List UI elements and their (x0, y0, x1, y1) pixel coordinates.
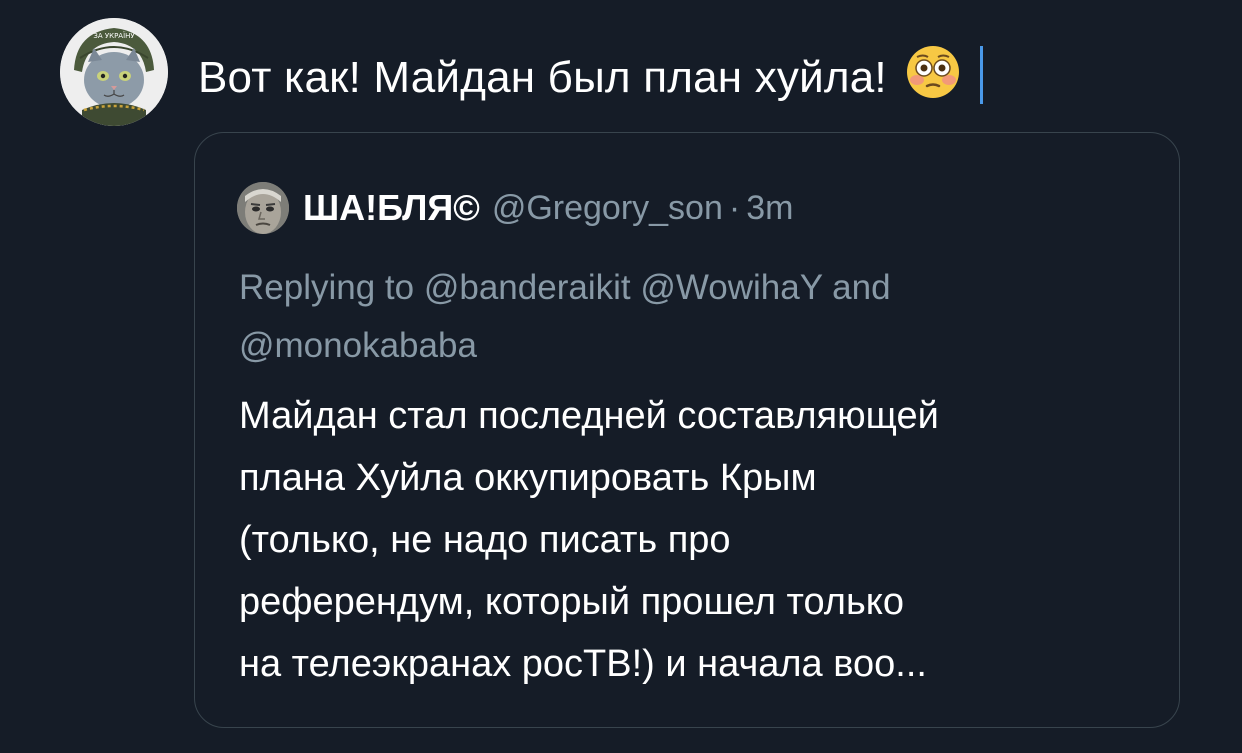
quoted-tweet-header: ША!БЛЯ© @Gregory_son · 3m (237, 182, 793, 234)
replying-to-and: and (832, 268, 891, 307)
cat-in-helmet-avatar-icon: ЗА УКРАЇНУ (60, 18, 168, 126)
replying-to-user[interactable]: @banderaikit (424, 268, 631, 307)
replying-to-user[interactable]: @WowihaY (640, 268, 822, 307)
body-line: на телеэкранах росТВ!) и начала воо... (239, 643, 927, 685)
flushed-face-emoji-icon (905, 44, 961, 100)
man-face-avatar-icon (237, 182, 289, 234)
replying-to-line: Replying to @banderaikit @WowihaY and @m… (239, 259, 1159, 375)
avatar-badge-text: ЗА УКРАЇНУ (93, 31, 135, 40)
body-line: Майдан стал последней составляющей (239, 395, 939, 437)
separator-dot: · (728, 188, 741, 227)
text-caret (979, 46, 983, 104)
quoted-user-avatar[interactable] (237, 182, 289, 234)
user-avatar[interactable]: ЗА УКРАЇНУ (60, 18, 168, 126)
quoted-tweet-body: Майдан стал последней составляющей плана… (239, 385, 1169, 695)
compose-input[interactable]: Вот как! Майдан был план хуйла! (198, 44, 983, 107)
compose-text: Вот как! Майдан был план хуйла! (198, 53, 887, 102)
replying-to-prefix: Replying to (239, 268, 415, 307)
body-line: плана Хуйла оккупировать Крым (239, 457, 817, 499)
body-line: (только, не надо писать про (239, 519, 731, 561)
replying-to-user[interactable]: @monokababa (239, 326, 477, 365)
quoted-handle[interactable]: @Gregory_son (492, 189, 723, 228)
quoted-display-name[interactable]: ША!БЛЯ© (303, 187, 480, 229)
compose-row: ЗА УКРАЇНУ Вот как! Майдан был план хуйл… (0, 0, 1242, 130)
quoted-timestamp[interactable]: 3m (746, 189, 793, 228)
quoted-tweet-card[interactable]: ША!БЛЯ© @Gregory_son · 3m Replying to @b… (194, 132, 1180, 728)
body-line: референдум, который прошел только (239, 581, 904, 623)
